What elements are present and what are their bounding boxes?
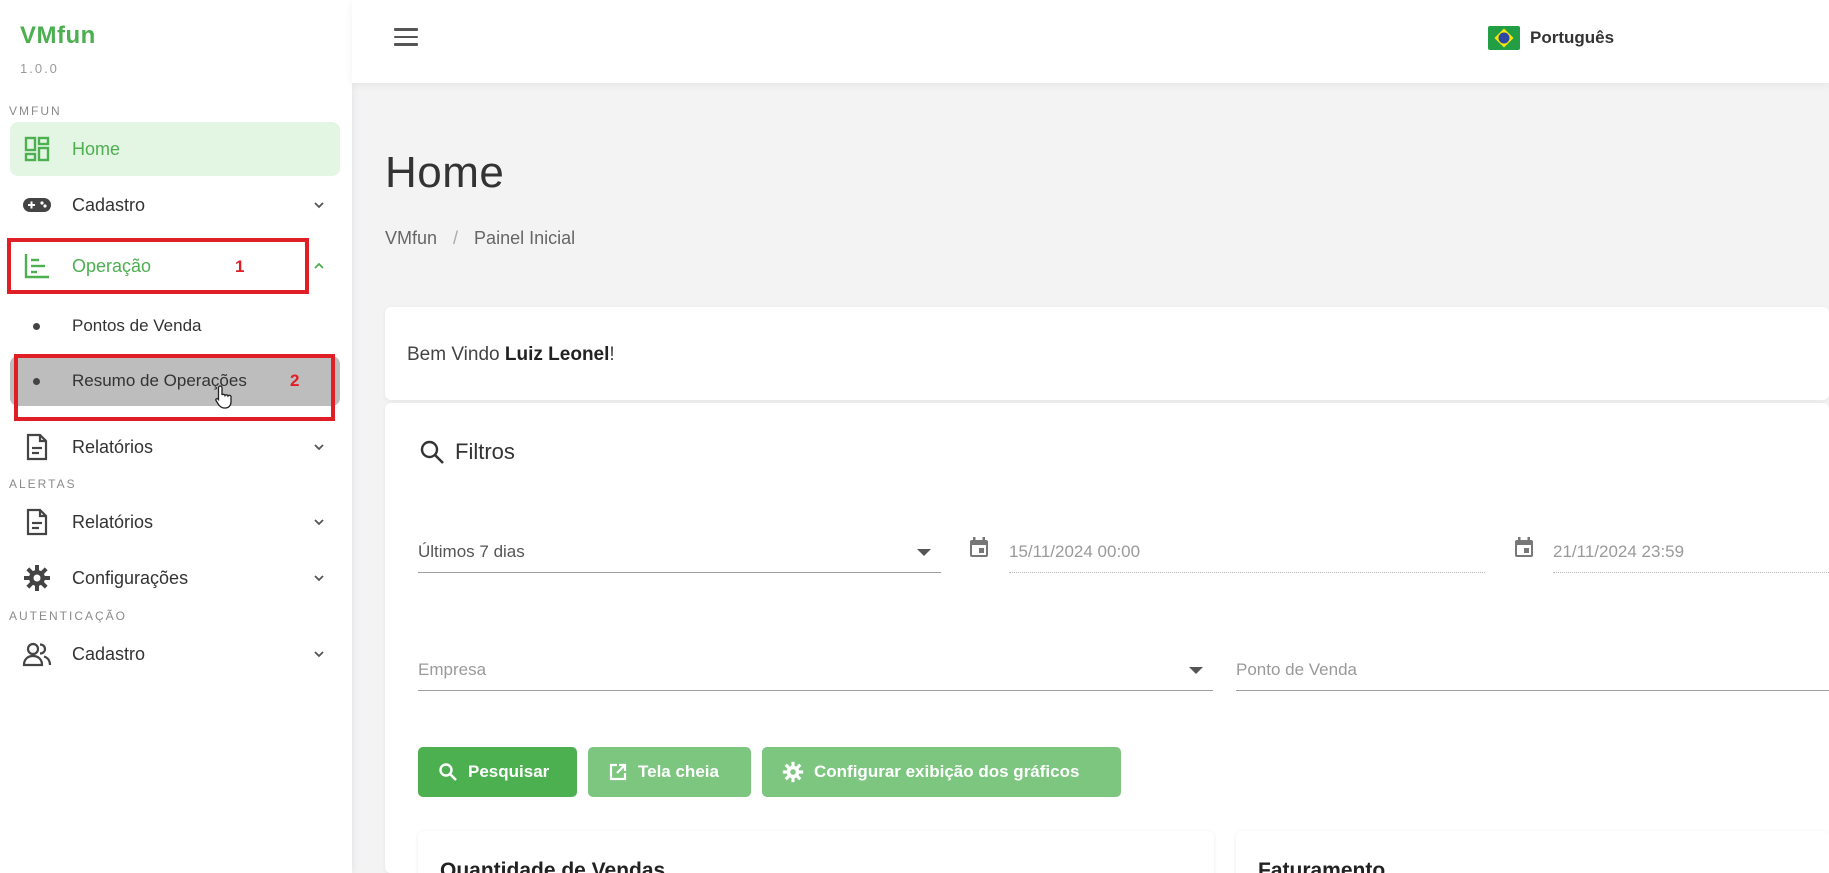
- chevron-down-icon: [314, 444, 324, 451]
- menu-toggle-icon[interactable]: [394, 28, 418, 46]
- period-select[interactable]: Últimos 7 dias: [418, 533, 941, 573]
- configure-charts-button[interactable]: Configurar exibição dos gráficos: [762, 747, 1121, 797]
- document-icon: [22, 432, 52, 462]
- language-label: Português: [1530, 28, 1615, 47]
- configure-charts-label: Configurar exibição dos gráficos: [814, 762, 1080, 781]
- document-icon: [22, 507, 52, 537]
- breadcrumb-root[interactable]: VMfun: [385, 228, 437, 249]
- fullscreen-button-label: Tela cheia: [638, 762, 719, 781]
- filters-header: Filtros: [419, 439, 515, 465]
- section-label-alertas: ALERTAS: [9, 477, 77, 491]
- users-icon: [22, 639, 52, 669]
- annotation-box-2: [14, 354, 335, 421]
- section-label-vmfun: VMFUN: [9, 104, 62, 118]
- chevron-down-icon: [314, 575, 324, 582]
- end-date-field[interactable]: 21/11/2024 23:59: [1553, 533, 1829, 573]
- search-icon: [420, 440, 444, 464]
- sales-count-title: Quantidade de Vendas: [440, 859, 666, 873]
- sidebar-item-label: Configurações: [72, 567, 189, 588]
- welcome-prefix: Bem Vindo: [407, 344, 505, 365]
- gear-icon: [22, 563, 52, 593]
- brazil-flag-icon: [1488, 26, 1520, 50]
- ponto-venda-placeholder: Ponto de Venda: [1236, 660, 1358, 679]
- start-date-value: 15/11/2024 00:00: [1009, 542, 1141, 561]
- sidebar-subitem-label: Pontos de Venda: [72, 316, 202, 335]
- sidebar-item-relatorios-alertas[interactable]: Relatórios: [10, 495, 340, 549]
- filters-card: Filtros: [385, 403, 1829, 873]
- welcome-user: Luiz Leonel: [504, 344, 610, 365]
- sidebar-item-label: Relatórios: [72, 436, 154, 457]
- calendar-icon[interactable]: [967, 535, 991, 559]
- brand-logo[interactable]: VMfun: [20, 22, 96, 50]
- annotation-box-1: [7, 238, 309, 294]
- start-date-field[interactable]: 15/11/2024 00:00: [1009, 533, 1485, 573]
- sidebar: VMfun 1.0.0 VMFUN Home Cadastro Operação…: [0, 0, 352, 873]
- welcome-message: Bem Vindo Luiz Leonel!: [407, 344, 615, 366]
- sidebar-item-cadastro-auth[interactable]: Cadastro: [10, 627, 340, 681]
- fullscreen-button[interactable]: Tela cheia: [588, 747, 751, 797]
- dropdown-arrow-icon: [1189, 667, 1203, 674]
- annotation-number-1: 1: [235, 257, 245, 276]
- calendar-icon[interactable]: [1512, 535, 1536, 559]
- gear-icon: [782, 761, 804, 783]
- app-version: 1.0.0: [20, 61, 59, 76]
- breadcrumb-separator: /: [453, 228, 459, 248]
- search-icon: [439, 763, 457, 781]
- sidebar-item-label: Relatórios: [72, 511, 154, 532]
- empresa-placeholder: Empresa: [418, 660, 487, 679]
- bullet-icon: [33, 323, 40, 330]
- breadcrumb-current: Painel Inicial: [474, 228, 576, 248]
- sidebar-item-relatorios[interactable]: Relatórios: [10, 420, 340, 474]
- revenue-card: Faturamento: [1236, 831, 1829, 873]
- section-label-autenticacao: AUTENTICAÇÃO: [9, 609, 128, 623]
- sidebar-item-home[interactable]: Home: [10, 122, 340, 176]
- search-button-label: Pesquisar: [468, 762, 550, 781]
- gamepad-icon: [22, 190, 52, 220]
- revenue-title: Faturamento: [1258, 859, 1386, 873]
- period-select-value: Últimos 7 dias: [418, 542, 525, 561]
- empresa-select[interactable]: Empresa: [418, 651, 1213, 691]
- open-external-icon: [609, 763, 627, 781]
- search-button[interactable]: Pesquisar: [418, 747, 577, 797]
- dropdown-arrow-icon: [917, 549, 931, 556]
- filters-title: Filtros: [455, 439, 515, 464]
- sidebar-item-label: Cadastro: [72, 643, 146, 664]
- top-bar: Português: [352, 0, 1829, 83]
- chevron-down-icon: [314, 202, 324, 209]
- welcome-card: Bem Vindo Luiz Leonel!: [385, 307, 1829, 400]
- breadcrumb: VMfun / Painel Inicial: [385, 228, 575, 249]
- sidebar-item-label: Home: [72, 138, 121, 159]
- end-date-value: 21/11/2024 23:59: [1553, 542, 1685, 561]
- sidebar-subitem-pontos-venda[interactable]: Pontos de Venda: [10, 301, 340, 351]
- sidebar-item-cadastro[interactable]: Cadastro: [10, 178, 340, 232]
- sales-count-card: Quantidade de Vendas: [418, 831, 1214, 873]
- page-title: Home: [385, 148, 505, 197]
- ponto-venda-select[interactable]: Ponto de Venda: [1236, 651, 1829, 691]
- sidebar-item-configuracoes[interactable]: Configurações: [10, 551, 340, 605]
- dashboard-icon: [22, 134, 52, 164]
- chevron-up-icon: [314, 262, 324, 269]
- chevron-down-icon: [314, 519, 324, 526]
- sidebar-item-label: Cadastro: [72, 194, 146, 215]
- chevron-down-icon: [314, 651, 324, 658]
- language-selector[interactable]: Português: [1488, 26, 1614, 50]
- annotation-number-2: 2: [290, 371, 300, 390]
- welcome-suffix: !: [609, 344, 615, 365]
